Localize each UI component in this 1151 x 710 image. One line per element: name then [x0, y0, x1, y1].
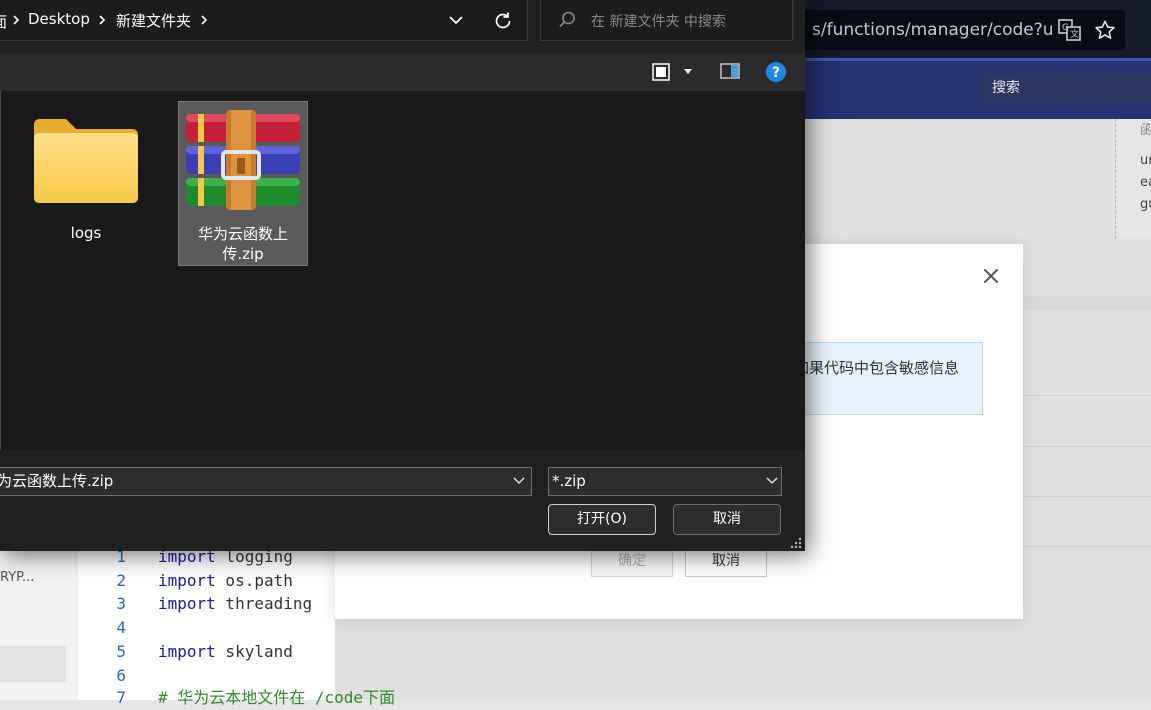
folder-search-input[interactable]: 在 新建文件夹 中搜索 — [540, 0, 793, 41]
code-line: 2 import os.path — [78, 569, 293, 593]
divider — [0, 91, 1, 450]
breadcrumb-item-folder[interactable]: 新建文件夹 — [116, 10, 191, 31]
breadcrumb-item[interactable]: 面 — [0, 11, 7, 32]
file-list-area[interactable]: logs 华为云函数上传.zip — [0, 91, 805, 450]
caret-down-icon[interactable] — [682, 68, 694, 76]
search-placeholder: 在 新建文件夹 中搜索 — [591, 14, 726, 30]
svg-text:?: ? — [772, 65, 780, 81]
file-name-value: 为云函数上传.zip — [0, 472, 114, 490]
dialog-cancel-button[interactable]: 取消 — [673, 504, 781, 535]
right-info-panel: 函 ur ea gu — [1115, 119, 1151, 239]
right-panel-line: 函 — [1140, 123, 1151, 138]
bookmark-star-icon[interactable] — [1094, 19, 1116, 41]
site-search-input[interactable]: 搜索 — [980, 74, 1151, 102]
line-number: 4 — [116, 618, 126, 637]
divider — [1023, 496, 1151, 497]
search-icon — [559, 11, 575, 28]
close-icon[interactable] — [981, 266, 1001, 286]
file-type-select[interactable]: *.zip — [548, 467, 782, 496]
sidebar-active-item[interactable] — [0, 646, 66, 682]
line-number: 3 — [116, 594, 126, 613]
notice-text: 如果代码中包含敏感信息 — [794, 359, 960, 377]
svg-text:G: G — [1062, 23, 1069, 33]
item-label: 华为云函数上传.zip — [197, 225, 288, 263]
folder-icon — [34, 119, 138, 203]
refresh-icon[interactable] — [492, 10, 514, 32]
file-open-dialog: 面 Desktop 新建文件夹 在 新建文件夹 中搜索 ? — [0, 0, 805, 551]
translate-icon[interactable]: G 文 — [1058, 19, 1082, 41]
chevron-right-icon[interactable] — [199, 14, 209, 26]
right-panel-line: ea — [1140, 175, 1151, 190]
divider — [1023, 395, 1151, 396]
chevron-down-icon[interactable] — [766, 477, 778, 485]
winrar-archive-icon — [186, 110, 300, 210]
folder-item-logs[interactable]: logs — [20, 101, 152, 266]
view-mode-icon[interactable] — [652, 63, 670, 81]
file-name-input[interactable]: 为云函数上传.zip — [0, 467, 532, 496]
dialog-footer: 为云函数上传.zip *.zip 打开(O) 取消 — [0, 450, 805, 551]
code-line: 5 import skyland — [78, 640, 293, 664]
chevron-down-icon[interactable] — [446, 10, 466, 30]
address-bar[interactable]: s/functions/manager/code?ur G 文 — [780, 10, 1125, 50]
code-line: 4 — [78, 616, 158, 640]
line-number: 2 — [116, 571, 126, 590]
code-keyword: import — [158, 642, 216, 661]
code-text: skyland — [215, 642, 293, 661]
divider — [1023, 546, 1151, 547]
code-text: threading — [215, 594, 313, 613]
code-text: os.path — [215, 571, 293, 590]
code-keyword: import — [158, 571, 216, 590]
chevron-right-icon — [99, 15, 106, 25]
preview-pane-icon[interactable] — [720, 63, 740, 79]
line-number: 6 — [116, 666, 126, 685]
code-line: 3 import threading — [78, 592, 312, 616]
breadcrumb-item-desktop[interactable]: Desktop — [28, 10, 90, 28]
code-editor[interactable]: 1 import logging 2 import os.path 3 import … — [78, 540, 395, 707]
chevron-right-icon — [13, 15, 20, 25]
sidebar-item[interactable]: RYP... — [0, 570, 34, 585]
file-item-zip[interactable]: 华为云函数上传.zip — [178, 101, 308, 266]
help-icon[interactable]: ? — [765, 61, 787, 83]
divider — [1023, 446, 1151, 447]
code-line: 7 # 华为云本地文件在 /code下面 — [78, 686, 395, 710]
code-keyword: import — [158, 594, 216, 613]
dialog-toolbar: ? — [0, 53, 805, 91]
notice-alert: 如果代码中包含敏感信息 — [783, 342, 983, 415]
file-type-value: *.zip — [552, 472, 586, 490]
right-panel-line: ur — [1140, 153, 1151, 168]
code-comment: # 华为云本地文件在 /code下面 — [158, 688, 396, 707]
code-line: 6 — [78, 664, 158, 688]
chevron-down-icon[interactable] — [513, 477, 525, 485]
svg-text:文: 文 — [1070, 28, 1079, 40]
line-number: 7 — [116, 688, 126, 707]
right-panel-line: gu — [1140, 197, 1151, 212]
line-number: 5 — [116, 642, 126, 661]
resize-grip-icon[interactable] — [789, 536, 803, 550]
open-button[interactable]: 打开(O) — [548, 504, 656, 535]
item-label: logs — [70, 224, 102, 242]
breadcrumb[interactable]: 面 Desktop 新建文件夹 — [0, 0, 528, 41]
address-text: s/functions/manager/code?ur — [812, 20, 1052, 40]
left-sidebar: RYP... — [0, 550, 78, 700]
